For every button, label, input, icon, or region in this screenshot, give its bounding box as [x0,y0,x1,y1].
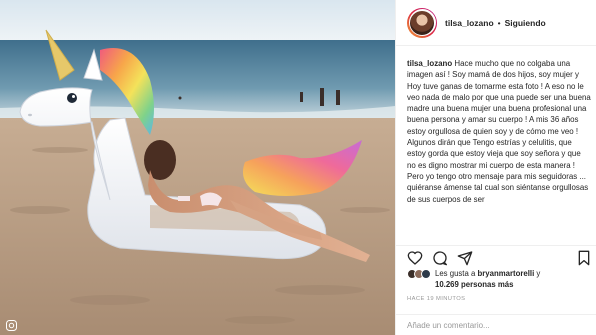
comment-input[interactable] [407,320,577,330]
caption-text: Hace mucho que no colgaba una imagen así… [407,59,591,204]
bookmark-icon[interactable] [576,250,592,266]
post-header: tilsa_lozano • Siguiendo [396,0,596,46]
liker-username-link[interactable]: bryanmartorelli [477,269,534,278]
liker-avatars [407,269,431,279]
comment-bar [396,314,596,335]
action-bar [396,245,596,269]
caption-username[interactable]: tilsa_lozano [407,59,452,68]
instagram-glyph-icon [6,320,17,331]
comment-icon[interactable] [432,250,448,266]
post-photo[interactable] [0,0,395,335]
post-side-panel: tilsa_lozano • Siguiendo tilsa_lozano Ha… [395,0,596,335]
post-timestamp: HACE 19 MINUTOS [407,296,466,302]
share-icon[interactable] [457,250,473,266]
post-caption: tilsa_lozano Hace mucho que no colgaba u… [407,58,591,244]
following-button[interactable]: Siguiendo [505,18,546,28]
likes-prefix: Les gusta a [435,269,478,278]
likes-middle: y [534,269,541,278]
likes-summary: Les gusta a bryanmartorelli y 10.269 per… [407,268,593,292]
liker-avatar [421,269,431,279]
username-link[interactable]: tilsa_lozano [445,18,494,28]
heart-icon[interactable] [407,250,423,266]
likes-count-link[interactable]: 10.269 personas más [435,280,513,289]
avatar[interactable] [407,7,437,38]
avatar-image [410,10,434,35]
separator-dot: • [497,17,501,28]
beach-unicorn-photo [0,0,395,335]
